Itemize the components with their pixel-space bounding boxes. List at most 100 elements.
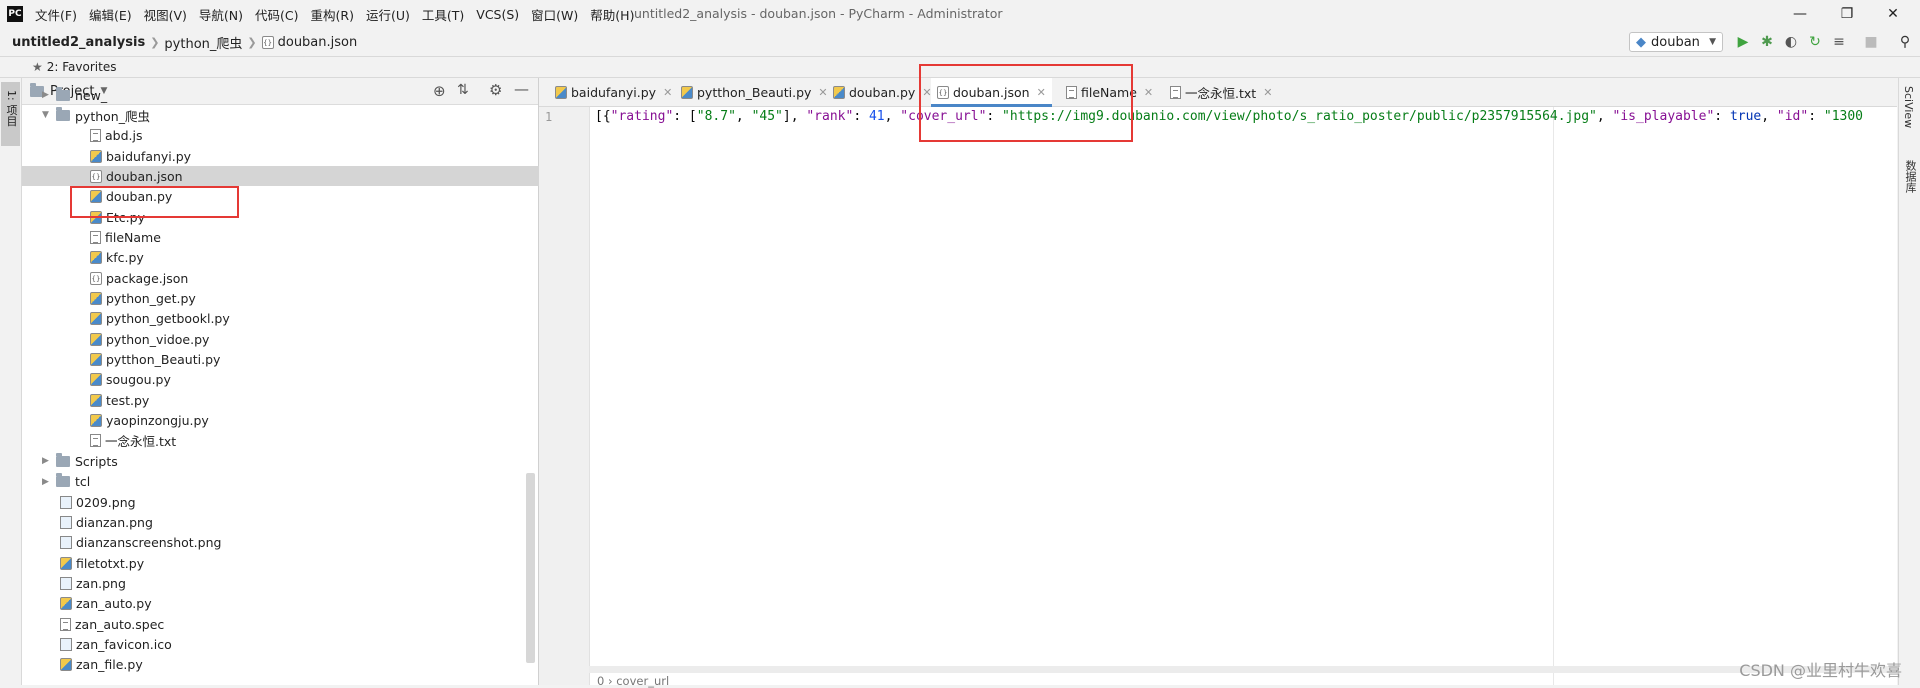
code-token: :: [1714, 109, 1730, 124]
profile-icon[interactable]: ↻: [1806, 33, 1824, 51]
horizontal-scrollbar[interactable]: [589, 666, 1897, 673]
tree-item-label: test.py: [106, 392, 150, 408]
text-file-icon: [90, 129, 101, 143]
menu-item[interactable]: 运行(U): [366, 5, 410, 24]
chevron-right-icon[interactable]: ▶: [42, 456, 56, 466]
menu-item[interactable]: 代码(C): [255, 5, 298, 24]
tree-item-label: zan_file.py: [76, 657, 143, 673]
menu-item[interactable]: 帮助(H): [590, 5, 634, 24]
close-window-button[interactable]: ✕: [1870, 0, 1916, 28]
debug-icon[interactable]: ✱: [1758, 33, 1776, 51]
close-tab-icon[interactable]: ✕: [663, 86, 672, 99]
tree-item[interactable]: baidufanyi.py: [22, 146, 576, 166]
favorites-label[interactable]: 2: Favorites: [47, 60, 117, 74]
menu-item[interactable]: 工具(T): [422, 5, 464, 24]
python-file-icon: [90, 149, 102, 163]
title-bar: PC 文件(F) 编辑(E) 视图(V) 导航(N) 代码(C) 重构(R) 运行(U) 工具…: [0, 0, 1920, 28]
tree-item-label: 0209.png: [76, 494, 136, 510]
tree-item-label: pytthon_Beauti.py: [106, 352, 221, 368]
code-line[interactable]: [{"rating": ["8.7", "45"], "rank": 41, "…: [595, 109, 1863, 124]
editor-breadcrumb[interactable]: 0 › cover_url: [597, 674, 669, 688]
tree-item[interactable]: dianzan.png: [22, 512, 558, 532]
chevron-down-icon[interactable]: ▼: [42, 110, 56, 120]
tree-item[interactable]: python_get.py: [22, 289, 576, 309]
run-configuration-select[interactable]: ◆ douban ▼: [1629, 32, 1723, 52]
menu-item[interactable]: 导航(N): [199, 5, 243, 24]
text-file-icon: [90, 434, 101, 448]
project-tool-window-button[interactable]: 1: 项目: [1, 82, 20, 146]
tree-item[interactable]: zan_auto.spec: [22, 614, 558, 634]
python-file-icon: [90, 292, 102, 305]
python-file-icon: [90, 312, 102, 326]
tree-item[interactable]: test.py: [22, 390, 576, 410]
tree-item[interactable]: yaopinzongju.py: [22, 411, 576, 431]
editor-tab[interactable]: pytthon_Beauti.py ✕: [675, 78, 834, 106]
stop-icon[interactable]: ■: [1862, 33, 1880, 51]
menu-item[interactable]: 视图(V): [144, 5, 187, 24]
tree-item[interactable]: pytthon_Beauti.py: [22, 350, 576, 370]
minimize-button[interactable]: —: [1777, 0, 1823, 28]
breadcrumb-folder[interactable]: python_爬虫: [164, 33, 242, 52]
tree-item[interactable]: filetotxt.py: [22, 553, 558, 573]
tree-item[interactable]: zan.png: [22, 573, 558, 593]
image-file-icon: [60, 576, 72, 590]
tree-item[interactable]: zan_file.py: [22, 655, 558, 675]
tree-item[interactable]: 一念永恒.txt: [22, 431, 576, 451]
tree-item-label: python_爬虫: [75, 108, 150, 124]
breadcrumb: untitled2_analysis ❯ python_爬虫 ❯ {} doub…: [0, 33, 357, 52]
chevron-right-icon[interactable]: ▶: [42, 477, 56, 487]
project-tree-scrollbar[interactable]: [526, 473, 535, 663]
menu-item[interactable]: 编辑(E): [89, 5, 132, 24]
python-file-icon: [90, 414, 102, 428]
chevron-right-icon: ❯: [247, 35, 257, 49]
tree-item[interactable]: ▼ python_爬虫: [22, 105, 558, 125]
navigation-bar: untitled2_analysis ❯ python_爬虫 ❯ {} doub…: [0, 28, 1920, 57]
coverage-icon[interactable]: ◐: [1782, 33, 1800, 51]
tree-item[interactable]: dianzanscreenshot.png: [22, 533, 558, 553]
menu-item[interactable]: VCS(S): [476, 7, 519, 22]
menu-item[interactable]: 重构(R): [311, 5, 354, 24]
tree-item[interactable]: ▶ Scripts: [22, 451, 558, 471]
restore-button[interactable]: ❐: [1824, 0, 1870, 28]
code-token: :: [853, 109, 869, 124]
search-icon[interactable]: ⚲: [1896, 33, 1914, 51]
run-configuration-label: douban: [1651, 34, 1700, 50]
tree-item[interactable]: kfc.py: [22, 248, 576, 268]
editor-gutter: 1: [539, 107, 590, 685]
database-tab[interactable]: 数据库: [1902, 160, 1918, 193]
text-file-icon: [1170, 85, 1181, 99]
tree-item[interactable]: ▶ new_: [22, 85, 558, 105]
tree-item[interactable]: python_getbookl.py: [22, 309, 576, 329]
tree-item-label: dianzanscreenshot.png: [76, 535, 222, 551]
text-file-icon: [90, 230, 101, 244]
chevron-right-icon[interactable]: ▶: [42, 90, 56, 100]
run-icon[interactable]: ▶: [1734, 33, 1752, 51]
tree-item[interactable]: abd.js: [22, 126, 576, 146]
python-icon: ◆: [1636, 34, 1646, 50]
tree-item[interactable]: zan_auto.py: [22, 594, 558, 614]
tree-item[interactable]: zan_favicon.ico: [22, 634, 558, 654]
tree-item[interactable]: ▶ tcl: [22, 472, 558, 492]
breadcrumb-file[interactable]: douban.json: [278, 35, 358, 50]
code-token: "rank": [806, 109, 854, 124]
menu-item[interactable]: 窗口(W): [531, 5, 578, 24]
menu-item[interactable]: 文件(F): [35, 5, 77, 24]
tree-item-label: sougou.py: [106, 372, 171, 388]
run-tasks-icon[interactable]: ≡: [1830, 33, 1848, 51]
editor-tab[interactable]: baidufanyi.py ✕: [549, 78, 678, 106]
editor-tab[interactable]: 一念永恒.txt ✕: [1164, 78, 1278, 106]
tree-item[interactable]: python_vidoe.py: [22, 329, 576, 349]
tree-item[interactable]: 0209.png: [22, 492, 558, 512]
close-tab-icon[interactable]: ✕: [1144, 86, 1153, 99]
tree-item[interactable]: sougou.py: [22, 370, 576, 390]
tree-item[interactable]: {} douban.json: [22, 166, 576, 187]
tree-item[interactable]: {} package.json: [22, 268, 576, 288]
close-tab-icon[interactable]: ✕: [1263, 86, 1272, 99]
python-file-icon: [833, 85, 845, 99]
breadcrumb-project[interactable]: untitled2_analysis: [12, 35, 145, 50]
sciview-tab[interactable]: SciView: [1902, 86, 1915, 128]
tree-item[interactable]: fileName: [22, 227, 576, 247]
code-token: "id": [1776, 109, 1809, 124]
image-file-icon: [60, 495, 72, 509]
image-file-icon: [60, 515, 72, 529]
